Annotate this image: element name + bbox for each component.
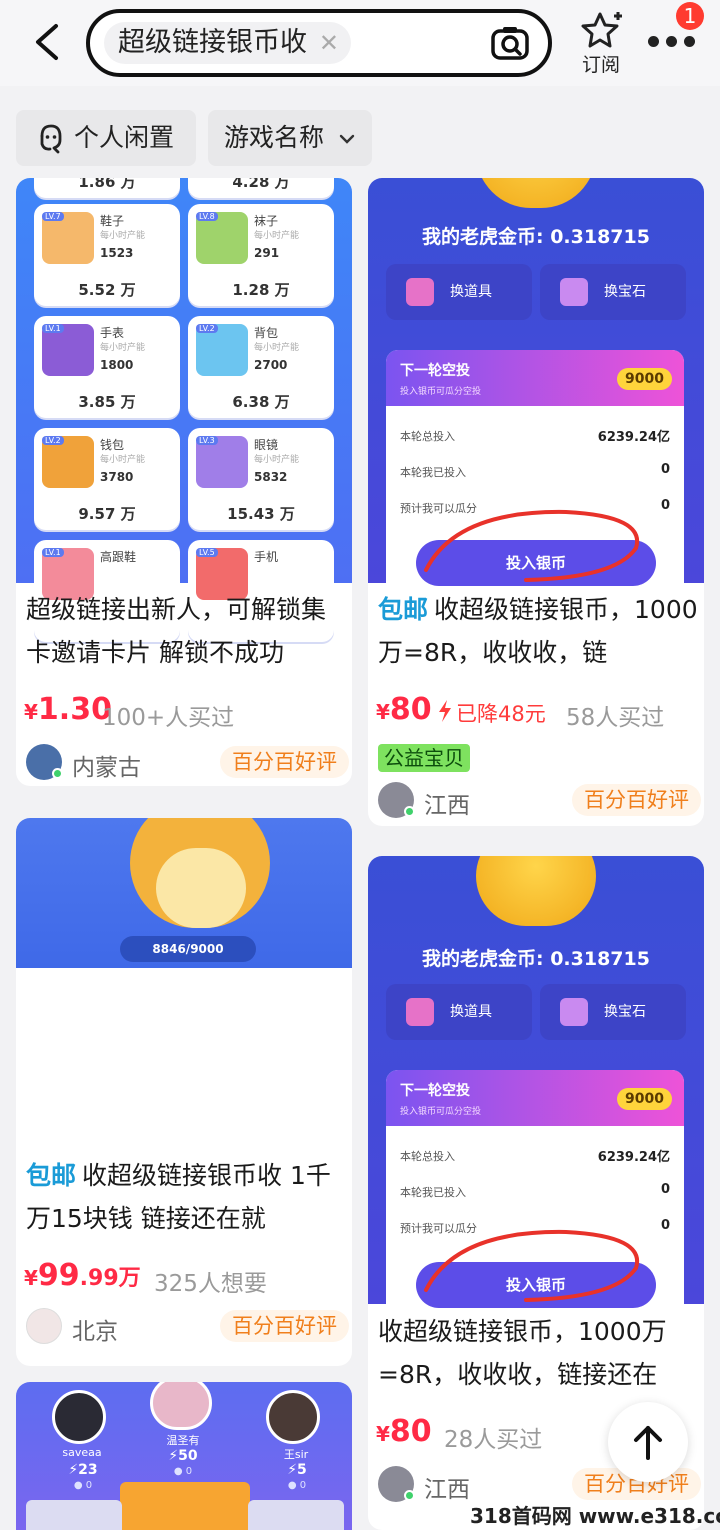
top-bar: 超级链接银币收 ✕ 订阅 1 [0,0,720,86]
player-score: ⚡23 [68,1462,98,1478]
search-query-chip[interactable]: 超级链接银币收 ✕ [104,22,351,64]
game-tile: LV.2 钱包 每小时产能 3780 9.57 万 [34,428,180,530]
person-icon [40,124,62,154]
game-tile: LV.2 背包 每小时产能 2700 6.38 万 [188,316,334,418]
scroll-to-top-button[interactable] [608,1402,688,1482]
product-card[interactable]: 1.86 万 4.28 万 LV.7 鞋子 每小时产能 1523 5.52 万 LV… [16,178,352,786]
player-avatar [52,1390,106,1444]
player-name: 温圣有 [166,1434,200,1447]
product-card[interactable]: saveaa 温圣有 王sir ⚡23 ⚡50 ⚡5 ● 0 ● 0 ● 0 [16,1382,352,1530]
product-card[interactable]: 8846/9000 包邮 收超级链接银币收 1千万15块钱 链接还在就 ¥99.9… [16,818,352,1366]
review-badge: 百分百好评 [220,746,349,778]
airdrop-panel: 下一轮空投 投入银币可瓜分空投 9000 本轮总投入 6239.24亿 本轮我已投… [386,350,684,610]
filter-label: 游戏名称 [224,123,325,152]
product-image: saveaa 温圣有 王sir ⚡23 ⚡50 ⚡5 ● 0 ● 0 ● 0 [16,1382,352,1530]
filter-personal-idle[interactable]: 个人闲置 [16,110,196,166]
filter-label: 个人闲置 [74,123,175,152]
exchange-tools-button: 换道具 [386,984,532,1040]
energy-progress: 8846/9000 [120,936,256,962]
search-bar[interactable]: 超级链接银币收 ✕ [86,9,552,77]
arrow-up-icon [634,1426,662,1460]
price-drop: 已降48元 [456,702,546,726]
player-score: ⚡5 [287,1462,307,1478]
player-name: saveaa [62,1446,102,1459]
notification-badge: 1 [676,2,704,30]
star-plus-icon [581,12,622,48]
sold-count: 100+人买过 [102,705,235,731]
gold-balance: 我的老虎金币: 0.318715 [422,226,650,248]
podium [120,1482,250,1530]
product-price: ¥80 [376,692,432,727]
clear-icon[interactable]: ✕ [319,22,339,64]
game-tile: LV.1 手表 每小时产能 1800 3.85 万 [34,316,180,418]
seller-location: 江西 [424,1477,470,1503]
search-query-text: 超级链接银币收 [118,27,307,58]
subscribe-label: 订阅 [581,54,620,76]
airdrop-panel: 下一轮空投 投入银币可瓜分空投 9000 本轮总投入 6239.24亿 本轮我已投… [386,1070,684,1330]
subscribe-button[interactable]: 订阅 [574,10,628,76]
podium [248,1500,344,1530]
game-tile: LV.7 鞋子 每小时产能 1523 5.52 万 [34,204,180,306]
game-tile: LV.8 袜子 每小时产能 291 1.28 万 [188,204,334,306]
gold-coin-image [476,856,596,926]
player-avatar [150,1382,212,1430]
red-circle-annotation [424,1229,640,1302]
seller-location: 内蒙古 [72,755,141,781]
lightning-icon [439,700,451,722]
charity-badge: 公益宝贝 [378,744,470,772]
seller-location: 北京 [72,1319,118,1345]
player-sub: ● 0 [73,1480,93,1491]
player-sub: ● 0 [287,1480,307,1491]
filter-game-name[interactable]: 游戏名称 [208,110,372,166]
want-count: 325人想要 [154,1271,267,1297]
more-menu-icon[interactable] [648,36,696,50]
product-image: 1.86 万 4.28 万 LV.7 鞋子 每小时产能 1523 5.52 万 LV… [16,178,352,642]
product-image: 我的老虎金币: 0.318715 换道具 换宝石 下一轮空投 投入银币可瓜分空投… [368,178,704,610]
gold-coin-image [476,178,596,208]
review-badge: 百分百好评 [220,1310,349,1342]
chevron-down-icon [339,134,355,144]
back-arrow-icon[interactable] [28,20,68,64]
product-card[interactable]: 我的老虎金币: 0.318715 换道具 换宝石 下一轮空投 投入银币可瓜分空投… [368,178,704,826]
game-tile: 4.28 万 [188,178,334,198]
exchange-gems-button: 换宝石 [540,264,686,320]
product-title: 超级链接出新人，可解锁集卡邀请卡片 解锁不成功 [26,595,327,667]
sold-count: 58人买过 [566,705,665,731]
online-indicator [52,768,63,779]
gold-balance: 我的老虎金币: 0.318715 [422,948,650,970]
product-title: 包邮 收超级链接银币，1000万=8R，收收收，链 [378,595,698,667]
seller-avatar[interactable] [26,1308,62,1344]
seller-location: 江西 [424,793,470,819]
game-tile: 1.86 万 [34,178,180,198]
player-avatar [266,1390,320,1444]
product-image: 8846/9000 [16,818,352,968]
online-indicator [404,806,415,817]
watermark: 318首码网 www.e318.com [470,1504,720,1528]
hamster-belly [156,848,246,928]
camera-search-icon[interactable] [490,25,530,61]
product-price: ¥80 [376,1414,432,1449]
exchange-tools-button: 换道具 [386,264,532,320]
online-indicator [404,1490,415,1501]
exchange-gems-button: 换宝石 [540,984,686,1040]
game-tile: LV.3 眼镜 每小时产能 5832 15.43 万 [188,428,334,530]
product-title: 包邮 收超级链接银币收 1千万15块钱 链接还在就 [26,1161,331,1233]
product-title: 收超级链接银币，1000万=8R，收收收，链接还在 [378,1317,667,1389]
sold-count: 28人买过 [444,1427,543,1453]
red-circle-annotation [424,509,640,582]
podium [26,1500,122,1530]
player-name: 王sir [283,1448,309,1461]
product-price: ¥99.99万 [24,1258,141,1293]
review-badge: 百分百好评 [572,784,701,816]
product-image: 我的老虎金币: 0.318715 换道具 换宝石 下一轮空投 投入银币可瓜分空投… [368,856,704,1330]
product-price: ¥1.30 [24,692,112,727]
player-score: ⚡50 [168,1448,198,1464]
player-sub: ● 0 [173,1466,193,1477]
